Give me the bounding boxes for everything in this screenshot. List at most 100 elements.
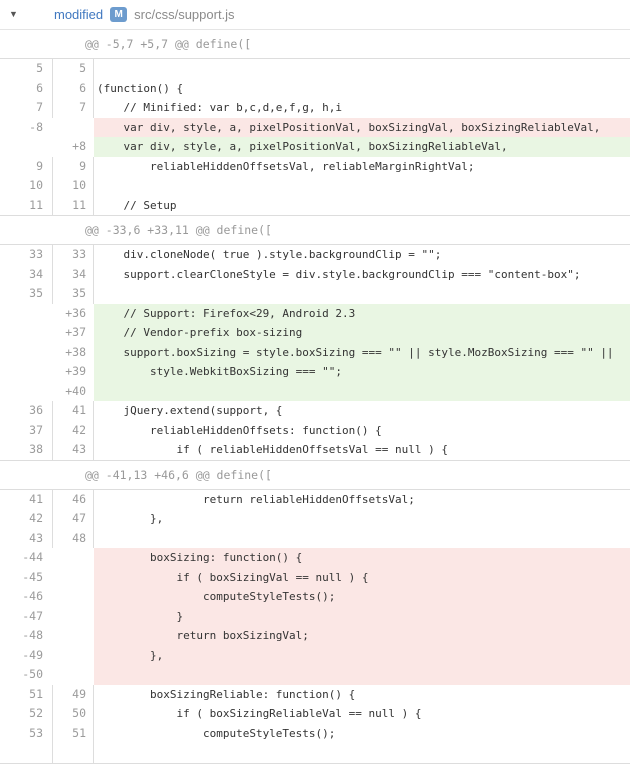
old-line-number: 36 — [0, 401, 53, 421]
old-line-number: 7 — [0, 98, 53, 118]
code-line: support.boxSizing = style.boxSizing === … — [94, 343, 630, 363]
code-line — [94, 743, 630, 763]
diff-row — [0, 743, 630, 763]
diff-row: 4348 — [0, 529, 630, 549]
code-line: }, — [94, 646, 630, 666]
code-line — [94, 59, 630, 79]
code-line — [94, 382, 630, 402]
code-line: support.clearCloneStyle = div.style.back… — [94, 265, 630, 285]
new-line-number: 42 — [53, 421, 94, 441]
new-line-number: 10 — [53, 176, 94, 196]
collapse-triangle-icon[interactable]: ▼ — [9, 10, 23, 19]
new-line-number: 46 — [53, 490, 94, 510]
old-line-number — [0, 137, 53, 157]
code-line: boxSizingReliable: function() { — [94, 685, 630, 705]
diff-row: 5149 boxSizingReliable: function() { — [0, 685, 630, 705]
code-line: // Setup — [94, 196, 630, 216]
code-line: var div, style, a, pixelPositionVal, box… — [94, 118, 630, 138]
new-line-number: +38 — [53, 343, 94, 363]
diff-row: -48 return boxSizingVal; — [0, 626, 630, 646]
diff-row: +37 // Vendor-prefix box-sizing — [0, 323, 630, 343]
new-line-number: +37 — [53, 323, 94, 343]
diff-row: +36 // Support: Firefox<29, Android 2.3 — [0, 304, 630, 324]
diff-row: 3434 support.clearCloneStyle = div.style… — [0, 265, 630, 285]
code-line — [94, 176, 630, 196]
code-line: div.cloneNode( true ).style.backgroundCl… — [94, 245, 630, 265]
file-status-label: modified — [54, 7, 103, 22]
hunk-table: 3333 div.cloneNode( true ).style.backgro… — [0, 244, 630, 461]
diff-row: 1010 — [0, 176, 630, 196]
diff-row: -44 boxSizing: function() { — [0, 548, 630, 568]
diff-row: +38 support.boxSizing = style.boxSizing … — [0, 343, 630, 363]
new-line-number: 49 — [53, 685, 94, 705]
code-line: boxSizing: function() { — [94, 548, 630, 568]
diff-row: 77 // Minified: var b,c,d,e,f,g, h,i — [0, 98, 630, 118]
old-line-number — [0, 343, 53, 363]
code-line: computeStyleTests(); — [94, 587, 630, 607]
diff-row: 66(function() { — [0, 79, 630, 99]
code-line: } — [94, 607, 630, 627]
old-line-number: 52 — [0, 704, 53, 724]
hunk-header: @@ -41,13 +46,6 @@ define([ — [0, 461, 630, 489]
file-header[interactable]: ▼ modified M src/css/support.js — [0, 0, 630, 30]
new-line-number: 50 — [53, 704, 94, 724]
code-line: return reliableHiddenOffsetsVal; — [94, 490, 630, 510]
old-line-number: 5 — [0, 59, 53, 79]
old-line-number: -45 — [0, 568, 53, 588]
old-line-number: 33 — [0, 245, 53, 265]
old-line-number: -50 — [0, 665, 53, 685]
diff-row: 4146 return reliableHiddenOffsetsVal; — [0, 490, 630, 510]
code-line — [94, 529, 630, 549]
modified-badge-icon: M — [110, 7, 127, 22]
new-line-number: +36 — [53, 304, 94, 324]
diff-row: +40 — [0, 382, 630, 402]
code-line: }, — [94, 509, 630, 529]
old-line-number: 41 — [0, 490, 53, 510]
hunk-table: 4146 return reliableHiddenOffsetsVal;424… — [0, 489, 630, 764]
old-line-number: -44 — [0, 548, 53, 568]
new-line-number: 7 — [53, 98, 94, 118]
old-line-number — [0, 743, 53, 763]
hunk-header: @@ -5,7 +5,7 @@ define([ — [0, 30, 630, 58]
code-line: if ( boxSizingVal == null ) { — [94, 568, 630, 588]
old-line-number: 11 — [0, 196, 53, 216]
old-line-number: -48 — [0, 626, 53, 646]
old-line-number — [0, 362, 53, 382]
code-line: if ( reliableHiddenOffsetsVal == null ) … — [94, 440, 630, 460]
new-line-number: 34 — [53, 265, 94, 285]
diff-row: +39 style.WebkitBoxSizing === ""; — [0, 362, 630, 382]
diff-row: -49 }, — [0, 646, 630, 666]
old-line-number: -49 — [0, 646, 53, 666]
old-line-number: 9 — [0, 157, 53, 177]
old-line-number: -8 — [0, 118, 53, 138]
diff-row: 99 reliableHiddenOffsetsVal, reliableMar… — [0, 157, 630, 177]
new-line-number: 5 — [53, 59, 94, 79]
code-line — [94, 665, 630, 685]
code-line — [94, 284, 630, 304]
code-line: computeStyleTests(); — [94, 724, 630, 744]
old-line-number: -47 — [0, 607, 53, 627]
diff-row: +8 var div, style, a, pixelPositionVal, … — [0, 137, 630, 157]
new-line-number: 35 — [53, 284, 94, 304]
new-line-number: 41 — [53, 401, 94, 421]
new-line-number: 9 — [53, 157, 94, 177]
old-line-number — [0, 323, 53, 343]
old-line-number: 10 — [0, 176, 53, 196]
new-line-number: 33 — [53, 245, 94, 265]
old-line-number: -46 — [0, 587, 53, 607]
new-line-number — [53, 743, 94, 763]
new-line-number: 48 — [53, 529, 94, 549]
new-line-number — [53, 548, 94, 568]
code-line: var div, style, a, pixelPositionVal, box… — [94, 137, 630, 157]
new-line-number — [53, 118, 94, 138]
new-line-number: 51 — [53, 724, 94, 744]
code-line: jQuery.extend(support, { — [94, 401, 630, 421]
diff-row: 4247 }, — [0, 509, 630, 529]
diff-row: -45 if ( boxSizingVal == null ) { — [0, 568, 630, 588]
new-line-number: 11 — [53, 196, 94, 216]
file-path: src/css/support.js — [134, 7, 234, 22]
old-line-number: 37 — [0, 421, 53, 441]
diff-row: 3535 — [0, 284, 630, 304]
hunk-header: @@ -33,6 +33,11 @@ define([ — [0, 216, 630, 244]
old-line-number: 35 — [0, 284, 53, 304]
